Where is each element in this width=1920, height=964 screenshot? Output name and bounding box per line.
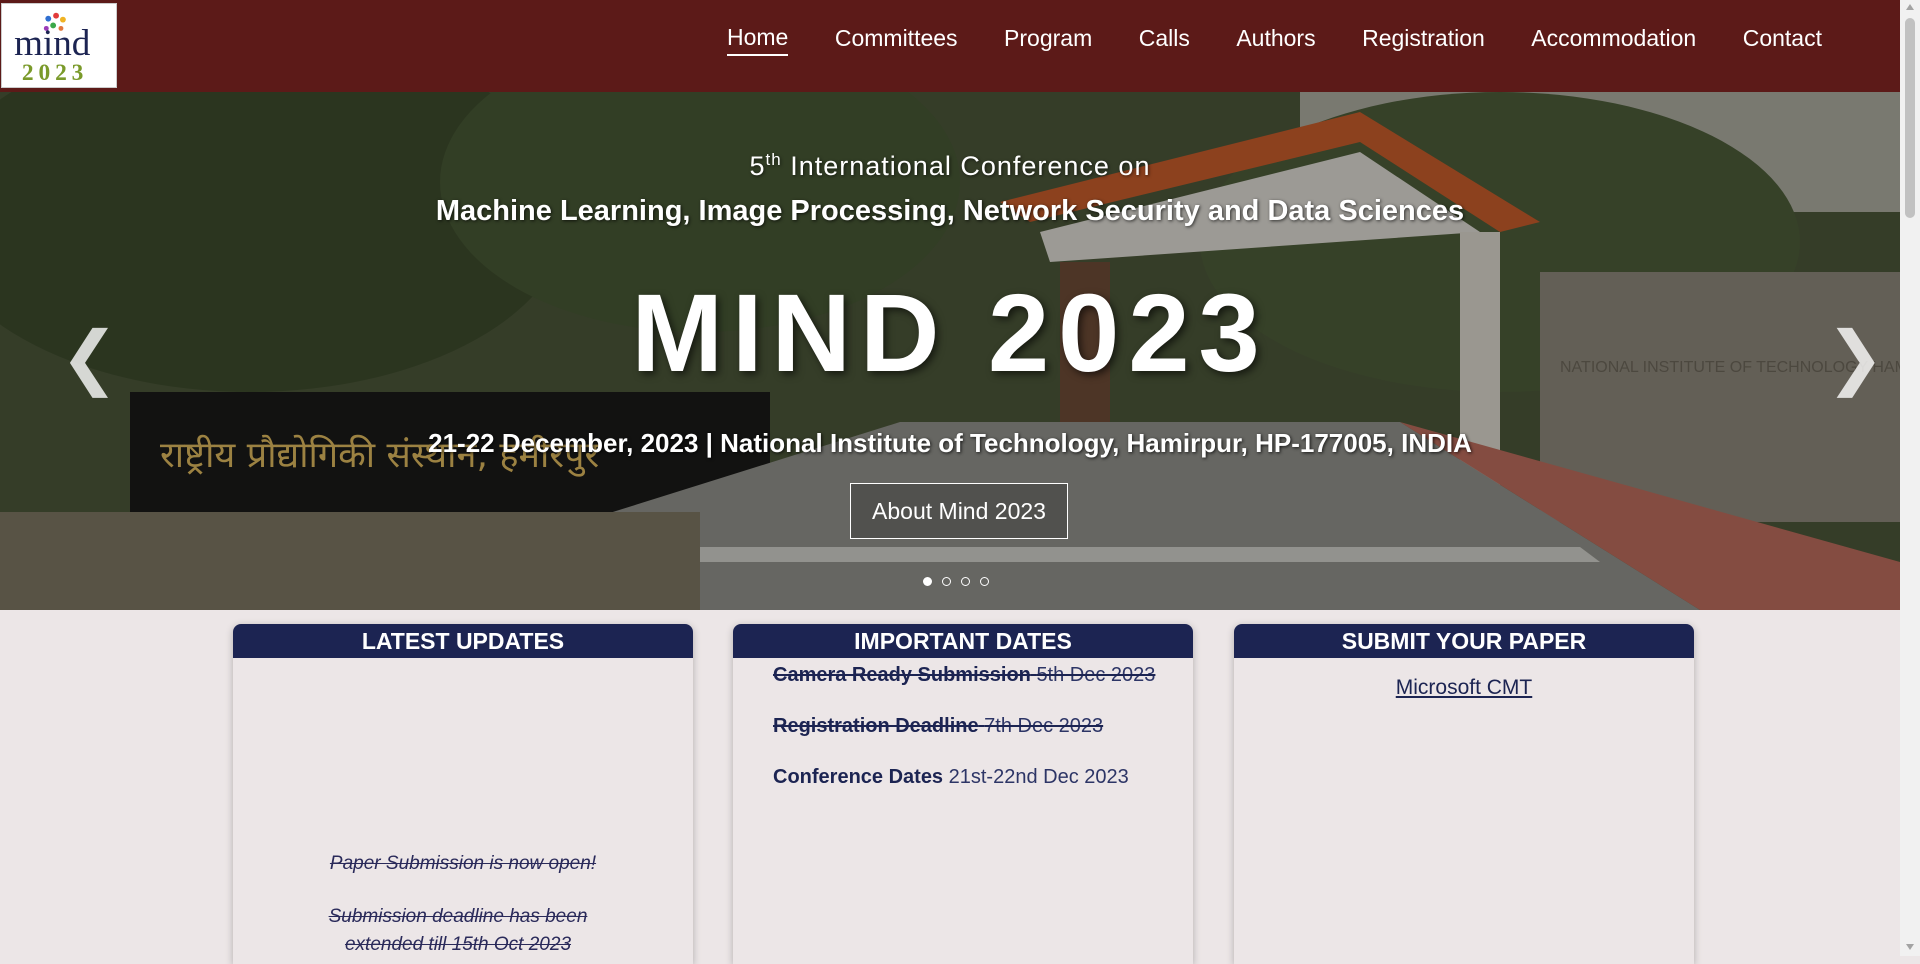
nav-registration[interactable]: Registration bbox=[1362, 25, 1485, 55]
logo-graphic: mind 2023 bbox=[14, 12, 91, 86]
subtitle-rest: International Conference on bbox=[781, 151, 1151, 181]
nav-home[interactable]: Home bbox=[727, 24, 789, 56]
main-navigation: Home Committees Program Calls Authors Re… bbox=[727, 24, 1822, 56]
important-dates-card: IMPORTANT DATES Camera Ready Submission … bbox=[733, 624, 1193, 964]
about-mind-button[interactable]: About Mind 2023 bbox=[850, 483, 1068, 539]
scroll-down-arrow-icon[interactable] bbox=[1906, 944, 1914, 950]
ordinal-number: 5 bbox=[749, 151, 766, 181]
carousel-dot-1[interactable] bbox=[923, 577, 932, 586]
conference-title: MIND 2023 bbox=[631, 272, 1269, 395]
carousel-dot-3[interactable] bbox=[961, 577, 970, 586]
page-scrollbar[interactable] bbox=[1900, 0, 1920, 956]
date-label: Conference Dates bbox=[773, 766, 944, 788]
important-dates-title: IMPORTANT DATES bbox=[733, 624, 1193, 658]
logo-year-text: 2023 bbox=[22, 60, 88, 86]
latest-updates-card: LATEST UPDATES Paper Submission is now o… bbox=[233, 624, 693, 964]
nav-authors[interactable]: Authors bbox=[1236, 25, 1315, 55]
carousel-next-arrow-icon[interactable]: ❯ bbox=[1826, 322, 1885, 392]
hero-text-block: 5th International Conference on Machine … bbox=[0, 92, 1900, 610]
carousel-indicators bbox=[923, 577, 989, 586]
mind-2023-logo[interactable]: mind 2023 bbox=[1, 3, 117, 88]
hero-subtitle: 5th International Conference on bbox=[0, 150, 1900, 182]
latest-updates-title: LATEST UPDATES bbox=[233, 624, 693, 658]
nav-contact[interactable]: Contact bbox=[1743, 25, 1822, 55]
carousel-dot-2[interactable] bbox=[942, 577, 951, 586]
scroll-up-arrow-icon[interactable] bbox=[1906, 4, 1914, 10]
conference-theme: Machine Learning, Image Processing, Netw… bbox=[435, 195, 1465, 227]
nav-calls[interactable]: Calls bbox=[1139, 25, 1190, 55]
ordinal-suffix: th bbox=[765, 150, 782, 169]
nav-committees[interactable]: Committees bbox=[835, 25, 958, 55]
date-row-camera-ready: Camera Ready Submission 5th Dec 2023 bbox=[773, 664, 1155, 687]
carousel-prev-arrow-icon[interactable]: ❮ bbox=[60, 322, 119, 392]
date-label: Registration Deadline bbox=[773, 715, 979, 737]
update-item: Paper Submission is now open! bbox=[329, 853, 597, 874]
nav-accommodation[interactable]: Accommodation bbox=[1531, 25, 1696, 55]
microsoft-cmt-link[interactable]: Microsoft CMT bbox=[1234, 676, 1694, 700]
top-navbar: mind 2023 Home Committees Program Calls … bbox=[0, 0, 1900, 92]
nav-program[interactable]: Program bbox=[1004, 25, 1092, 55]
updates-marquee: Paper Submission is now open! Submission… bbox=[233, 658, 693, 964]
date-value: 5th Dec 2023 bbox=[1036, 664, 1156, 686]
conference-venue: 21-22 December, 2023 | National Institut… bbox=[428, 428, 1472, 458]
update-item: Submission deadline has been extended ti… bbox=[328, 906, 588, 955]
date-value: 7th Dec 2023 bbox=[984, 715, 1104, 737]
date-row-conference: Conference Dates 21st-22nd Dec 2023 bbox=[773, 766, 1129, 789]
logo-mind-text: mind bbox=[14, 23, 91, 64]
submit-paper-title: SUBMIT YOUR PAPER bbox=[1234, 624, 1694, 658]
hero-carousel: राष्ट्रीय प्रौद्योगिकी संस्थान, हमीरपुर … bbox=[0, 92, 1900, 610]
date-label: Camera Ready Submission bbox=[773, 664, 1031, 686]
submit-paper-card: SUBMIT YOUR PAPER Microsoft CMT bbox=[1234, 624, 1694, 964]
scrollbar-thumb[interactable] bbox=[1905, 18, 1915, 218]
date-value: 21st-22nd Dec 2023 bbox=[948, 766, 1129, 788]
date-row-registration: Registration Deadline 7th Dec 2023 bbox=[773, 715, 1103, 738]
carousel-dot-4[interactable] bbox=[980, 577, 989, 586]
